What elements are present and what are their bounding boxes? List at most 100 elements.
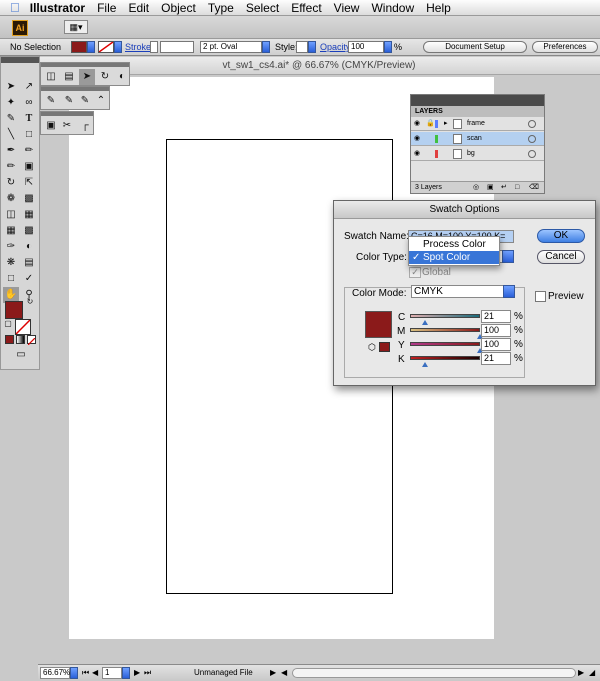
- color-mode-icon[interactable]: [5, 335, 14, 344]
- zoom-field[interactable]: 66.67%: [40, 667, 70, 679]
- knife-tool-icon[interactable]: ┌: [77, 118, 93, 134]
- color-type-dropdown-arrow[interactable]: [502, 250, 514, 263]
- out-of-gamut-icon[interactable]: ⬡: [368, 342, 376, 353]
- swap-fill-stroke-icon[interactable]: ↻: [25, 297, 35, 307]
- locate-object-icon[interactable]: ◎: [473, 182, 479, 194]
- apple-icon[interactable]: : [0, 0, 24, 15]
- stroke-box[interactable]: [15, 319, 31, 335]
- stroke-color-swatch[interactable]: [98, 41, 114, 53]
- brush-dropdown-arrow[interactable]: [262, 41, 270, 53]
- preferences-button[interactable]: Preferences: [532, 41, 598, 53]
- magenta-value-field[interactable]: 100: [481, 324, 511, 337]
- style-dropdown-arrow[interactable]: [308, 41, 316, 53]
- layer-name[interactable]: frame: [467, 117, 485, 131]
- scroll-right-icon[interactable]: ▶: [578, 667, 584, 679]
- opacity-field[interactable]: 100: [348, 41, 384, 53]
- menu-type[interactable]: Type: [202, 1, 240, 15]
- menu-app-name[interactable]: Illustrator: [24, 1, 91, 15]
- target-icon[interactable]: [528, 150, 536, 158]
- selection-tool-icon[interactable]: ➤: [3, 79, 19, 95]
- pencil-tool-icon[interactable]: ✏: [21, 143, 37, 159]
- scroll-left-icon[interactable]: ◀: [281, 667, 287, 679]
- global-checkbox[interactable]: ✓: [409, 267, 421, 278]
- ok-button[interactable]: OK: [537, 229, 585, 243]
- pen-tool-icon[interactable]: ✎: [3, 111, 19, 127]
- first-artboard-icon[interactable]: ⏮: [82, 667, 89, 679]
- cyan-slider-track[interactable]: [410, 314, 480, 318]
- layer-row-frame[interactable]: ◉ 🔒 ▸ frame: [411, 117, 544, 131]
- preview-checkbox[interactable]: [535, 291, 546, 302]
- resize-grip-icon[interactable]: ◢: [589, 667, 595, 679]
- document-setup-button[interactable]: Document Setup: [423, 41, 527, 53]
- black-slider-thumb[interactable]: [421, 362, 428, 367]
- delete-layer-icon[interactable]: ⌫: [529, 182, 539, 194]
- none-mode-icon[interactable]: [27, 335, 36, 346]
- magenta-slider-track[interactable]: [410, 328, 480, 332]
- layer-name[interactable]: scan: [467, 132, 482, 146]
- yellow-slider-track[interactable]: [410, 342, 480, 346]
- rectangle-tool-icon[interactable]: □: [21, 127, 37, 143]
- document-status[interactable]: Unmanaged File: [194, 667, 253, 679]
- next-artboard-icon[interactable]: ▶: [134, 667, 140, 679]
- menu-object[interactable]: Object: [155, 1, 202, 15]
- blend-flyout-tool-icon[interactable]: ◐: [114, 69, 130, 85]
- fill-dropdown-arrow[interactable]: [87, 41, 95, 53]
- expand-triangle-icon[interactable]: ▸: [444, 117, 448, 131]
- layer-name[interactable]: bg: [467, 147, 475, 161]
- last-artboard-icon[interactable]: ⏭: [144, 667, 151, 679]
- magic-wand-tool-icon[interactable]: ✦: [3, 95, 19, 111]
- eye-icon[interactable]: ◉: [414, 132, 420, 146]
- menu-window[interactable]: Window: [365, 1, 420, 15]
- cyan-slider-thumb[interactable]: [421, 320, 428, 325]
- color-mode-select[interactable]: CMYK: [411, 285, 515, 298]
- status-menu-arrow-icon[interactable]: ▶: [270, 667, 276, 679]
- gradient-mode-icon[interactable]: [16, 335, 25, 344]
- line-tool-icon[interactable]: ╲: [3, 127, 19, 143]
- eye-icon[interactable]: ◉: [414, 117, 420, 131]
- menu-option-spot-color[interactable]: ✓ Spot Color: [409, 251, 499, 264]
- cyan-value-field[interactable]: 21: [481, 310, 511, 323]
- blob-brush-tool-icon[interactable]: ✏: [3, 159, 19, 175]
- brush-definition-field[interactable]: 2 pt. Oval: [200, 41, 262, 53]
- menu-select[interactable]: Select: [240, 1, 285, 15]
- layer-row-scan[interactable]: ◉ scan: [411, 132, 544, 146]
- scale-tool-icon[interactable]: ⇱: [21, 175, 37, 191]
- flyout-header[interactable]: [41, 63, 129, 67]
- tools-panel-header[interactable]: [1, 57, 39, 63]
- direct-selection-tool-icon[interactable]: ↗: [21, 79, 37, 95]
- black-value-field[interactable]: 21: [481, 352, 511, 365]
- make-clipping-mask-icon[interactable]: ▣: [487, 182, 494, 194]
- convert-anchor-point-tool-icon[interactable]: ⌃: [93, 93, 109, 109]
- lock-icon[interactable]: 🔒: [426, 117, 435, 131]
- arrange-documents-icon[interactable]: ▦▾: [64, 20, 88, 34]
- layers-tab[interactable]: LAYERS: [411, 106, 544, 117]
- live-paint-selection-tool-icon[interactable]: ➤: [79, 69, 95, 85]
- layers-panel-header[interactable]: [411, 95, 544, 106]
- perspective-grid-tool-icon[interactable]: ▦: [21, 207, 37, 223]
- target-icon[interactable]: [528, 135, 536, 143]
- eraser-tool-icon[interactable]: ▣: [43, 118, 59, 134]
- free-transform-tool-icon[interactable]: ▩: [21, 191, 37, 207]
- shape-builder-tool-icon[interactable]: ◫: [43, 69, 59, 85]
- default-colors-icon[interactable]: ▢: [3, 319, 13, 329]
- symbol-sprayer-tool-icon[interactable]: ❋: [3, 255, 19, 271]
- gradient-tool-icon[interactable]: ▩: [21, 223, 37, 239]
- black-slider-track[interactable]: [410, 356, 480, 360]
- shape-builder-tool-icon[interactable]: ◫: [3, 207, 19, 223]
- menu-help[interactable]: Help: [420, 1, 457, 15]
- flyout-header[interactable]: [41, 112, 93, 116]
- delete-anchor-point-tool-icon[interactable]: ✎: [77, 93, 93, 109]
- target-icon[interactable]: [528, 120, 536, 128]
- fill-box[interactable]: [5, 301, 23, 319]
- column-graph-tool-icon[interactable]: ▤: [21, 255, 37, 271]
- type-tool-icon[interactable]: T: [21, 111, 37, 127]
- rotate-tool-icon[interactable]: ↻: [3, 175, 19, 191]
- horizontal-scrollbar[interactable]: [292, 668, 576, 678]
- new-sublayer-icon[interactable]: ↵: [501, 182, 507, 194]
- lasso-flyout-tool-icon[interactable]: ↻: [97, 69, 113, 85]
- blend-tool-icon[interactable]: ◐: [21, 239, 37, 255]
- eyedropper-tool-icon[interactable]: ✑: [3, 239, 19, 255]
- menu-edit[interactable]: Edit: [122, 1, 155, 15]
- lasso-tool-icon[interactable]: ∞: [21, 95, 37, 111]
- flyout-header[interactable]: [41, 87, 109, 91]
